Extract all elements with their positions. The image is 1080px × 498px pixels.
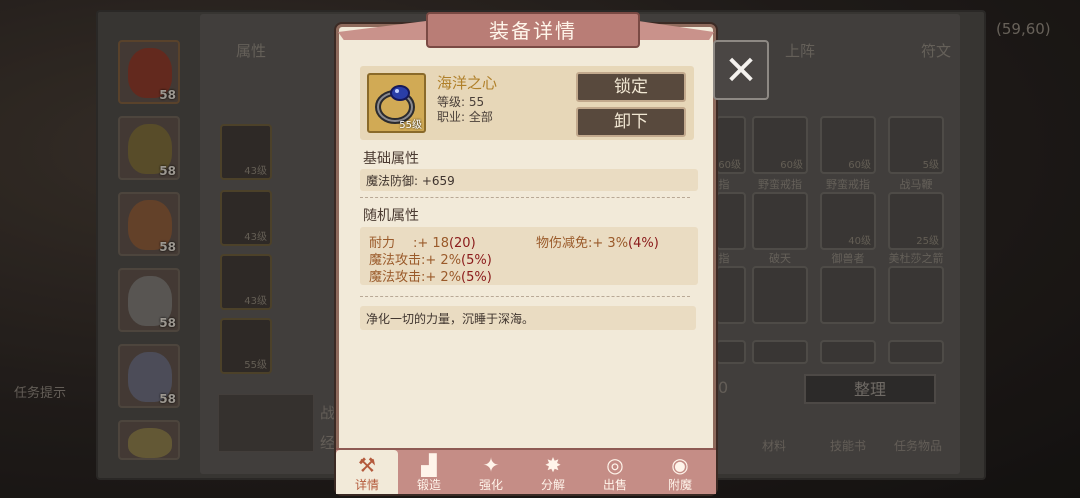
item-slot[interactable]	[752, 340, 808, 364]
item-icon-level: 55级	[399, 120, 422, 131]
tab-dismantle[interactable]: ✸ 分解	[522, 450, 584, 494]
item-label: 美杜莎之箭	[888, 252, 944, 265]
mount-slot[interactable]	[218, 394, 314, 452]
divider	[360, 296, 690, 297]
item-level: 25级	[916, 236, 939, 247]
category-quest-items[interactable]: 任务物品	[894, 437, 942, 454]
tab-enhance[interactable]: ✦ 强化	[460, 450, 522, 494]
tab-lineup[interactable]: 上阵	[785, 40, 815, 61]
item-label: 战马鞭	[899, 178, 933, 191]
tab-enchant[interactable]: ◉ 附魔	[646, 450, 714, 494]
item-slot[interactable]: 25级	[888, 192, 944, 250]
tab-label: 锻造	[416, 478, 441, 492]
item-slot[interactable]: 40级	[820, 192, 876, 250]
hero-portrait[interactable]: 58	[118, 116, 180, 180]
coords-readout: (59,60)	[996, 20, 1051, 38]
divider	[360, 197, 690, 198]
item-slot[interactable]	[752, 266, 808, 324]
hero-portrait[interactable]: 58	[118, 344, 180, 408]
anvil-icon: ▟	[421, 453, 437, 477]
close-button[interactable]: ✕	[713, 40, 769, 100]
hammer-pick-icon: ⚒	[358, 453, 376, 477]
hero-level: 58	[159, 164, 176, 178]
item-slot[interactable]	[820, 266, 876, 324]
detail-label: 战	[320, 404, 336, 422]
item-level: 60级	[780, 160, 803, 171]
item-label: 野蛮戒指	[826, 178, 870, 191]
equip-level: 43级	[244, 232, 267, 243]
equip-slot[interactable]: 43级	[220, 254, 272, 310]
random-attributes-title: 随机属性	[363, 208, 419, 224]
equip-slot[interactable]: 43级	[220, 124, 272, 180]
item-slot[interactable]	[888, 340, 944, 364]
equip-slot[interactable]: 55级	[220, 318, 272, 374]
item-label: 御兽者	[831, 252, 865, 265]
coins-icon: ◎	[606, 453, 624, 477]
tab-label: 分解	[540, 478, 565, 492]
category-materials[interactable]: 材料	[762, 437, 786, 454]
break-icon: ✸	[544, 453, 562, 477]
item-count: 0	[718, 378, 729, 397]
equip-level: 55级	[244, 360, 267, 371]
base-attributes-title: 基础属性	[363, 151, 419, 167]
item-slot[interactable]	[820, 340, 876, 364]
item-level: 5级	[922, 160, 939, 171]
tab-forge[interactable]: ▟ 锻造	[398, 450, 460, 494]
tab-attributes[interactable]: 属性	[236, 40, 266, 61]
equip-level: 43级	[244, 296, 267, 307]
modal-title: 装备详情	[426, 12, 640, 48]
hero-level: 58	[159, 392, 176, 406]
random-stat: 物伤减免:+ 3%(4%)	[536, 236, 659, 251]
item-slot[interactable]: 60级	[716, 116, 746, 174]
item-level: 60级	[848, 160, 871, 171]
tab-sell[interactable]: ◎ 出售	[584, 450, 646, 494]
hero-level: 58	[159, 240, 176, 254]
category-skill-books[interactable]: 技能书	[830, 437, 866, 454]
item-slot[interactable]	[716, 192, 746, 250]
eye-magic-icon: ◉	[671, 453, 689, 477]
hero-portrait[interactable]: 58	[118, 268, 180, 332]
item-level: 60级	[718, 160, 741, 171]
tab-runes[interactable]: 符文	[921, 40, 951, 61]
sparkle-wand-icon: ✦	[482, 453, 500, 477]
item-slot[interactable]	[888, 266, 944, 324]
item-slot[interactable]: 60级	[752, 116, 808, 174]
item-class-line: 职业: 全部	[437, 110, 493, 124]
sort-button[interactable]: 整理	[804, 374, 936, 404]
item-description: 净化一切的力量，沉睡于深海。	[366, 312, 535, 326]
item-name: 海洋之心	[437, 74, 498, 92]
item-level: 40级	[848, 236, 871, 247]
equip-level: 43级	[244, 166, 267, 177]
base-stat: 魔法防御: +659	[366, 174, 455, 188]
tab-details[interactable]: ⚒ 详情	[336, 450, 398, 494]
random-stat: 魔法攻击:+ 2%(5%)	[369, 270, 492, 285]
hero-portrait[interactable]: 58	[118, 192, 180, 256]
tab-label: 附魔	[667, 478, 692, 492]
tab-label: 强化	[478, 478, 503, 492]
hero-portrait[interactable]	[118, 420, 180, 460]
item-label: 野蛮戒指	[758, 178, 802, 191]
hero-portrait[interactable]: 58	[118, 40, 180, 104]
task-hint: 任务提示	[14, 386, 67, 401]
detail-label: 经	[320, 434, 336, 452]
item-slot[interactable]	[716, 266, 746, 324]
unequip-button[interactable]: 卸下	[576, 107, 686, 137]
lock-button[interactable]: 锁定	[576, 72, 686, 102]
item-slot[interactable]: 5级	[888, 116, 944, 174]
item-slot[interactable]	[716, 340, 746, 364]
item-slot[interactable]	[752, 192, 808, 250]
item-icon-frame: 55级	[367, 73, 426, 133]
tab-label: 详情	[354, 478, 379, 492]
hero-level: 58	[159, 88, 176, 102]
item-label: 破天	[769, 252, 791, 265]
tab-label: 出售	[602, 478, 627, 492]
hero-level: 58	[159, 316, 176, 330]
equip-slot[interactable]: 43级	[220, 190, 272, 246]
item-slot[interactable]: 60级	[820, 116, 876, 174]
